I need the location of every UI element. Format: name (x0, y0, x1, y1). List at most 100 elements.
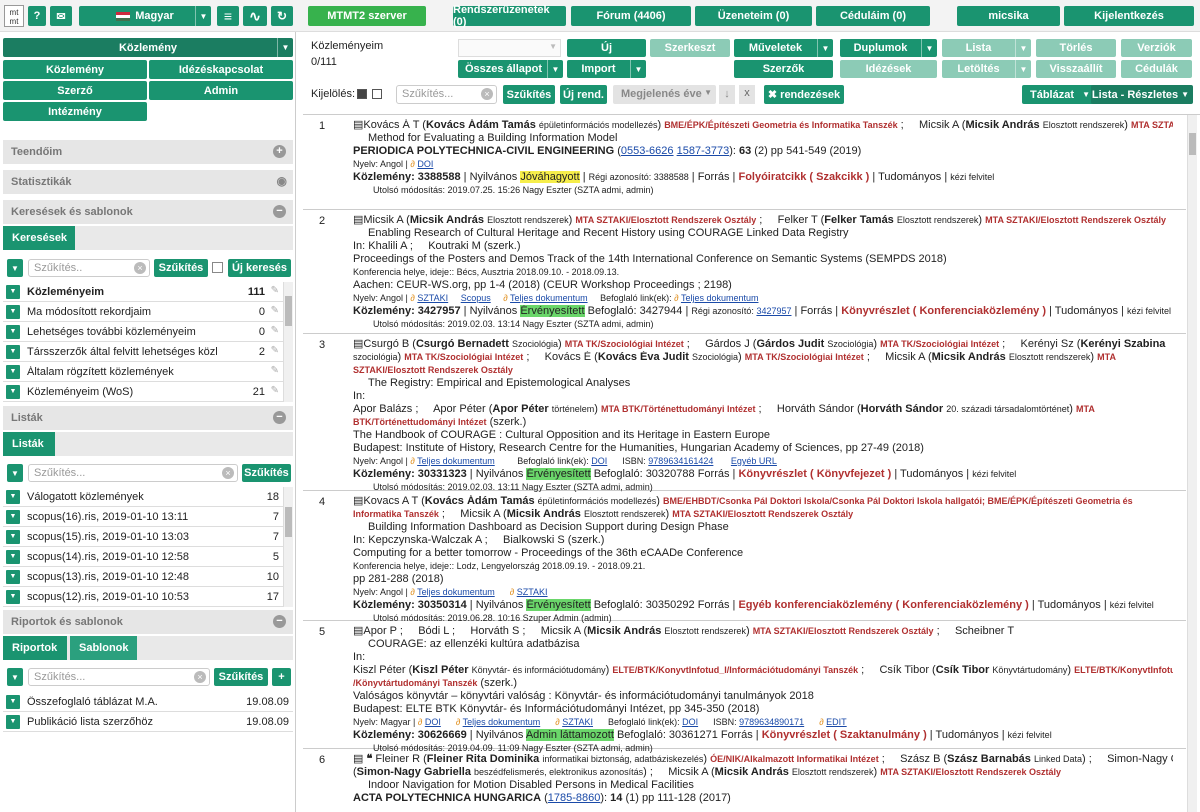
tab-templates[interactable]: Sablonok (70, 636, 137, 660)
new-order-button[interactable]: Új rend. (560, 85, 607, 104)
pencil-icon[interactable]: ✎ (271, 285, 279, 296)
chevron-down-icon[interactable]: ▼ (6, 550, 20, 564)
pencil-icon[interactable]: ✎ (271, 325, 279, 336)
search-filter-dropdown[interactable]: ▼ (7, 259, 23, 277)
list-detailed-view-button[interactable]: Lista - Részletes ▼ (1091, 85, 1193, 104)
select-none-checkbox[interactable] (372, 89, 382, 99)
clear-icon[interactable]: × (134, 262, 146, 274)
tab-lists[interactable]: Listák (3, 432, 55, 456)
all-states-dropdown[interactable]: Összes állapot ▼ (458, 60, 563, 78)
tab-searches[interactable]: Keresések (3, 226, 75, 250)
list-item[interactable]: ▼ scopus(13).ris, 2019-01-10 12:48 10 (3, 567, 283, 587)
nav-admin[interactable]: Admin (149, 81, 293, 100)
search-list-scrollbar[interactable] (283, 282, 293, 402)
list-item[interactable]: ▼ Lehetséges további közleményeim 0 ✎ (3, 322, 283, 342)
server-badge[interactable]: MTMT2 szerver (308, 6, 426, 26)
clear-icon[interactable]: × (194, 671, 206, 683)
list-item[interactable]: ▼ Közleményeim 111 ✎ (3, 282, 283, 302)
publication-record[interactable]: 4 ▤Kovacs A T (Kovács Ádám Tamás épületin… (303, 491, 1186, 623)
section-reports[interactable]: Riportok és sablonok − (3, 610, 293, 634)
targets-button[interactable]: Cédulák (1121, 60, 1192, 78)
mail-icon[interactable]: ✉ (50, 6, 72, 26)
records-scrollbar[interactable] (1187, 115, 1197, 812)
search-checkbox[interactable] (212, 262, 223, 273)
state-dropdown-empty[interactable]: ▼ (458, 39, 561, 57)
nav-author[interactable]: Szerző (3, 81, 147, 100)
logout-button[interactable]: Kijelentkezés (1064, 6, 1194, 26)
add-report-button[interactable]: + (272, 668, 291, 686)
select-all-checkbox[interactable] (357, 89, 367, 99)
search-filter-input[interactable]: Szűkítés.. × (28, 259, 150, 277)
citations-button[interactable]: Idézések (840, 60, 937, 78)
tab-reports[interactable]: Riportok (3, 636, 67, 660)
new-button[interactable]: Új (567, 39, 646, 57)
clear-icon[interactable]: × (481, 88, 493, 100)
list-item[interactable]: ▼ scopus(14).ris, 2019-01-10 12:58 5 (3, 547, 283, 567)
user-menu[interactable]: micsika (957, 6, 1060, 26)
filter-button[interactable]: Szűkítés (503, 85, 555, 104)
chevron-down-icon[interactable]: ▼ (6, 530, 20, 544)
plus-icon[interactable]: + (273, 145, 286, 158)
chevron-down-icon[interactable]: ▼ (6, 325, 20, 339)
authors-button[interactable]: Szerzők (734, 60, 833, 78)
lists-filter-input[interactable]: Szűkítés... × (28, 464, 238, 482)
publication-record[interactable]: 2 ▤Micsik A (Micsik András Elosztott rend… (303, 210, 1186, 334)
eye-icon[interactable]: ◉ (277, 174, 287, 188)
report-item[interactable]: ▼ Összefoglaló táblázat M.A. 19.08.09 (3, 692, 293, 712)
chevron-down-icon[interactable]: ▼ (6, 570, 20, 584)
reports-filter-input[interactable]: Szűkítés... × (28, 668, 210, 686)
reports-filter-button[interactable]: Szűkítés (214, 668, 268, 686)
versions-button[interactable]: Verziók (1121, 39, 1192, 57)
list-item[interactable]: ▼ Általam rögzített közlemények ✎ (3, 362, 283, 382)
list-item[interactable]: ▼ scopus(16).ris, 2019-01-10 13:11 7 (3, 507, 283, 527)
new-search-button[interactable]: Új keresés (228, 259, 291, 277)
sort-direction-button[interactable]: ↓ (719, 85, 735, 104)
help-button[interactable]: ? (28, 6, 46, 26)
pencil-icon[interactable]: ✎ (271, 365, 279, 376)
nav-publication[interactable]: Közlemény (3, 60, 147, 79)
operations-button[interactable]: Műveletek ▼ (734, 39, 833, 57)
chevron-down-icon[interactable]: ▼ (6, 345, 20, 359)
delete-button[interactable]: Törlés (1036, 39, 1116, 57)
chevron-down-icon[interactable]: ▼ (6, 590, 20, 604)
chevron-down-icon[interactable]: ▼ (6, 715, 20, 729)
table-view-button[interactable]: Táblázat ▼ (1022, 85, 1094, 104)
year-sort-select[interactable]: Megjelenés éve ▼ (613, 85, 716, 104)
pulse-icon[interactable]: ∿ (243, 6, 267, 26)
lists-filter-button[interactable]: Szűkítés (242, 464, 291, 482)
list-item[interactable]: ▼ Válogatott közlemények 18 (3, 487, 283, 507)
nav-institution[interactable]: Intézmény (3, 102, 147, 121)
list-item[interactable]: ▼ scopus(15).ris, 2019-01-10 13:03 7 (3, 527, 283, 547)
minus-icon[interactable]: − (273, 205, 286, 218)
chevron-down-icon[interactable]: ▼ (6, 510, 20, 524)
refresh-icon[interactable]: ↻ (271, 6, 293, 26)
restore-button[interactable]: Visszaállít (1036, 60, 1116, 78)
remove-sort-button[interactable]: x (739, 85, 755, 104)
my-messages-button[interactable]: Üzeneteim (0) (695, 6, 812, 26)
duplicates-button[interactable]: Duplumok ▼ (840, 39, 937, 57)
list-item[interactable]: ▼ scopus(12).ris, 2019-01-10 10:53 17 (3, 587, 283, 607)
list-item[interactable]: ▼ Ma módosított rekordjaim 0 ✎ (3, 302, 283, 322)
system-messages-button[interactable]: Rendszerüzenetek (0) (453, 4, 566, 28)
chevron-down-icon[interactable]: ▼ (6, 385, 20, 399)
chevron-down-icon[interactable]: ▼ (6, 490, 20, 504)
pencil-icon[interactable]: ✎ (271, 305, 279, 316)
publication-record[interactable]: 6 ▤ ❝ Fleiner R (Fleiner Rita Dominika in… (303, 749, 1186, 812)
section-searches[interactable]: Keresések és sablonok − (3, 200, 293, 224)
chevron-down-icon[interactable]: ▼ (6, 365, 20, 379)
downloads-button[interactable]: Letöltés ▼ (942, 60, 1031, 78)
lists-filter-dropdown[interactable]: ▼ (7, 464, 23, 482)
import-button[interactable]: Import ▼ (567, 60, 646, 78)
nav-citation-link[interactable]: Idézéskapcsolat (149, 60, 293, 79)
pencil-icon[interactable]: ✎ (271, 385, 279, 396)
lists-scrollbar[interactable] (283, 487, 293, 607)
forum-button[interactable]: Fórum (4406) (571, 6, 691, 26)
minus-icon[interactable]: − (273, 411, 286, 424)
orders-button[interactable]: ✖ rendezések (764, 85, 844, 104)
pencil-icon[interactable]: ✎ (271, 345, 279, 356)
my-targets-button[interactable]: Céduláim (0) (816, 6, 930, 26)
list-item[interactable]: ▼ Közleményeim (WoS) 21 ✎ (3, 382, 283, 402)
filter-input[interactable]: Szűkítés... × (396, 85, 497, 104)
edit-button[interactable]: Szerkeszt (650, 39, 730, 57)
publication-record[interactable]: 1 ▤Kovács Á T (Kovács Ádám Tamás épületin… (303, 115, 1186, 210)
